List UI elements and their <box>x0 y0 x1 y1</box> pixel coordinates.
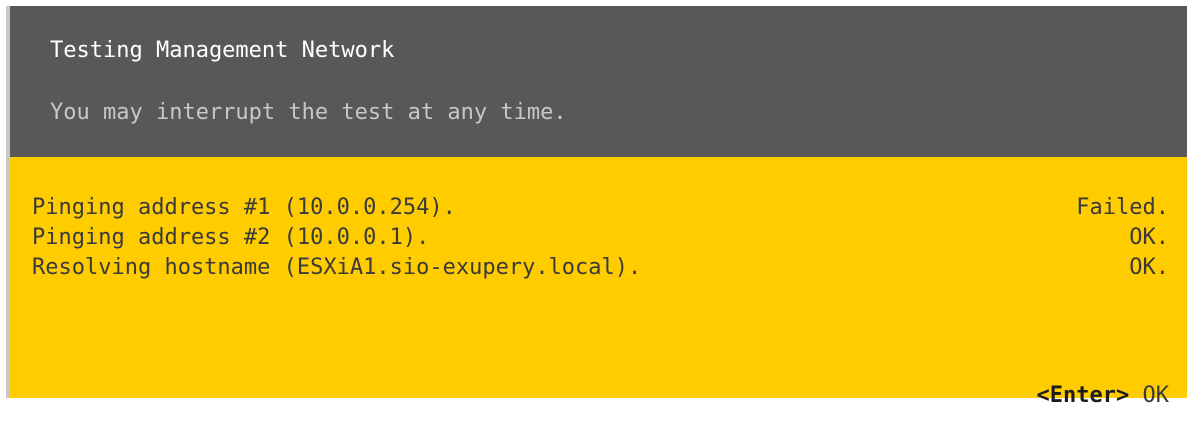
enter-ok-button[interactable]: <Enter> OK <box>984 351 1169 441</box>
enter-key-label: <Enter> <box>1036 383 1130 408</box>
ok-action-label: OK <box>1142 383 1170 408</box>
dialog-header: Testing Management Network You may inter… <box>10 6 1187 157</box>
dialog-title: Testing Management Network <box>50 38 395 63</box>
result-row-ping-1: Pinging address #1 (10.0.0.254). Failed. <box>32 193 1169 223</box>
result-label: Resolving hostname (ESXiA1.sio-exupery.l… <box>32 255 642 280</box>
result-status: OK. <box>1129 255 1169 280</box>
result-row-ping-2: Pinging address #2 (10.0.0.1). OK. <box>32 223 1169 253</box>
result-label: Pinging address #1 (10.0.0.254). <box>32 195 456 220</box>
result-status: Failed. <box>1076 195 1169 220</box>
result-status: OK. <box>1129 225 1169 250</box>
dialog-subtitle: You may interrupt the test at any time. <box>50 100 567 125</box>
result-label: Pinging address #2 (10.0.0.1). <box>32 225 430 250</box>
result-row-resolve-hostname: Resolving hostname (ESXiA1.sio-exupery.l… <box>32 253 1169 283</box>
results-panel: Pinging address #1 (10.0.0.254). Failed.… <box>10 157 1187 408</box>
